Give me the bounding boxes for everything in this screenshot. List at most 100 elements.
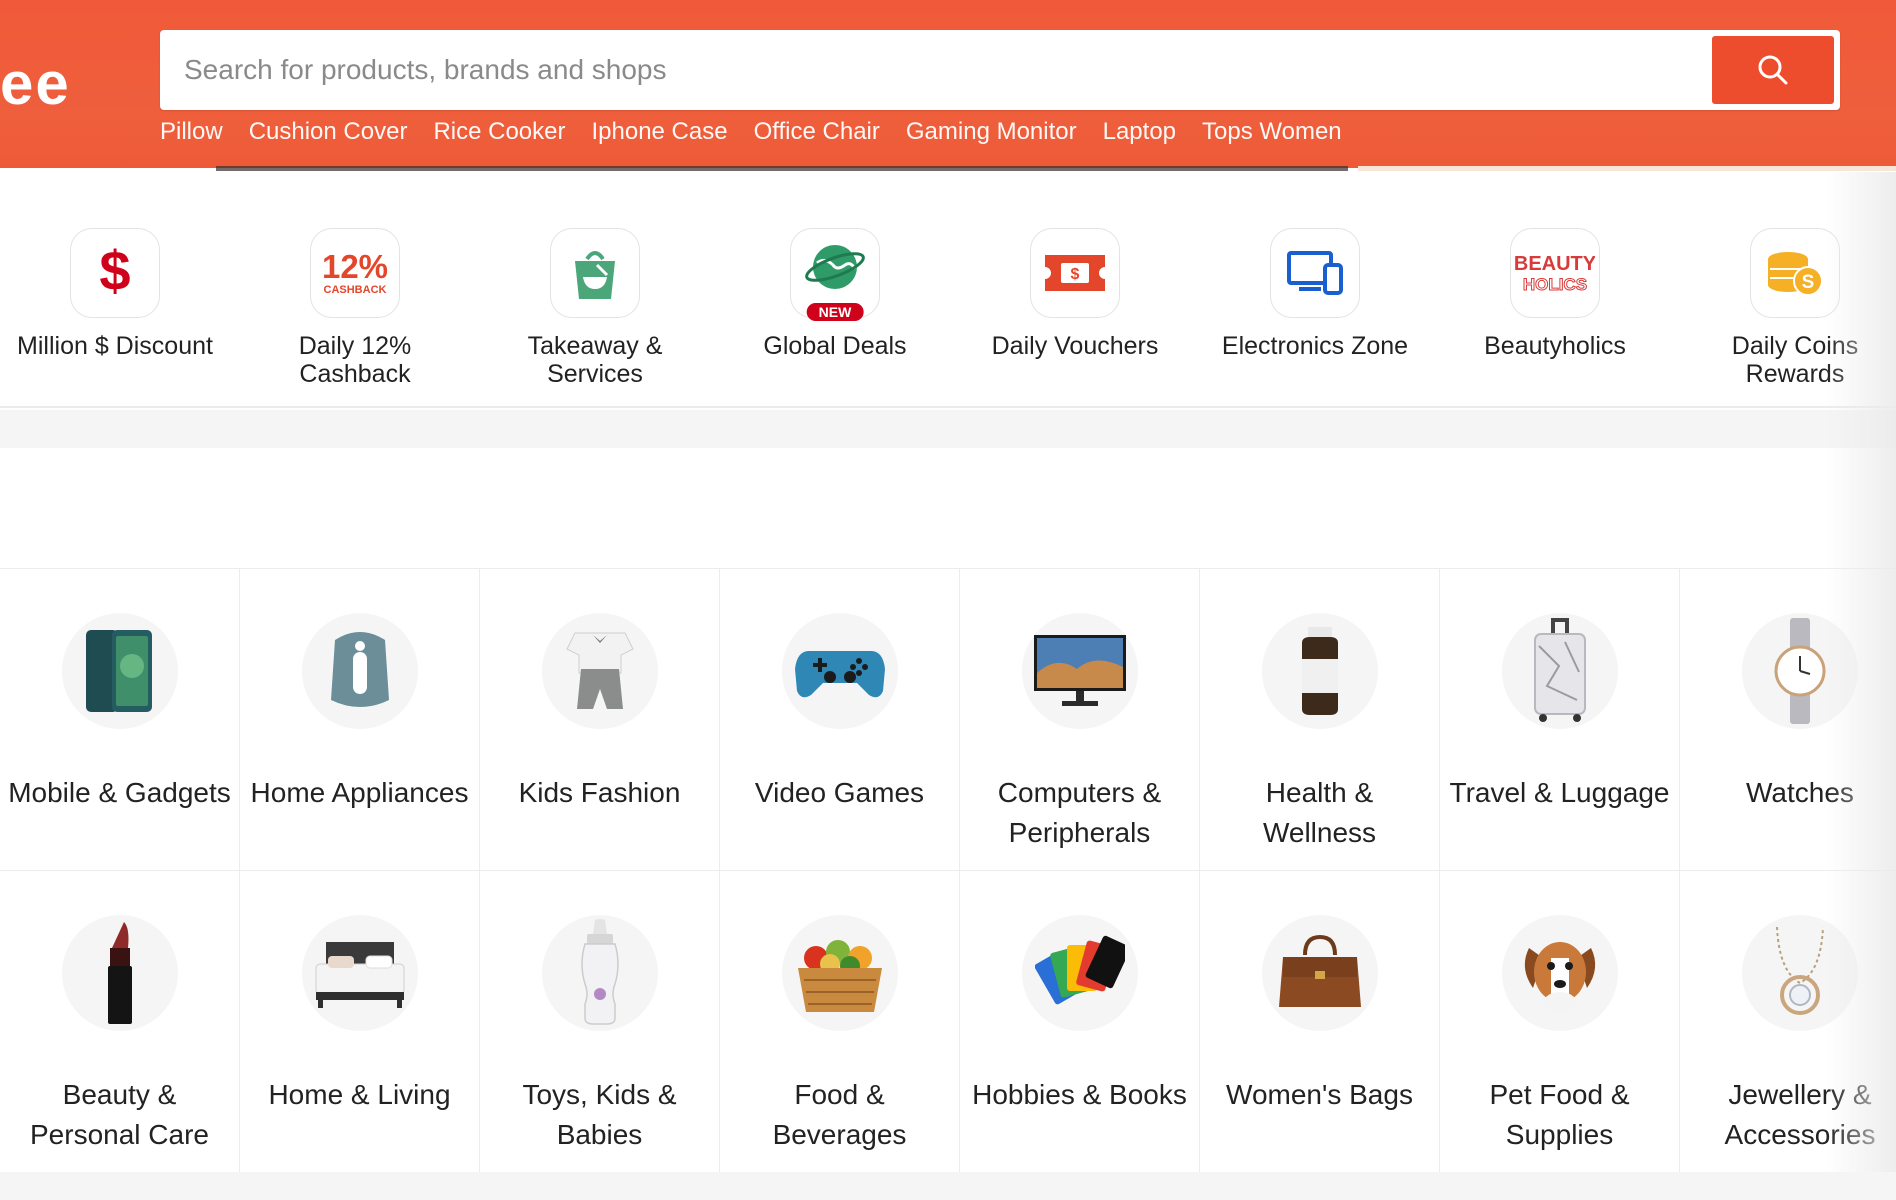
categories-grid: Mobile & Gadgets Home Appliances Kids Fa… xyxy=(0,568,1896,1173)
search-hint-link[interactable]: Iphone Case xyxy=(591,118,727,146)
category-label: Home & Living xyxy=(268,1079,451,1110)
category-label: Toys, Kids & Babies xyxy=(522,1079,677,1150)
banner-edge xyxy=(1358,166,1896,171)
cashback-subtext: CASHBACK xyxy=(323,284,387,296)
search-hint-link[interactable]: Laptop xyxy=(1103,118,1176,146)
category-label: Pet Food & Supplies xyxy=(1489,1079,1630,1150)
quick-link-label: Electronics Zone xyxy=(1221,332,1409,360)
search-hint-link[interactable]: Office Chair xyxy=(754,118,880,146)
supplement-bottle-icon xyxy=(1261,613,1378,729)
cashback-percent: 12% xyxy=(321,248,389,285)
search-hint-link[interactable]: Pillow xyxy=(160,118,223,146)
quick-link-beautyholics[interactable]: BEAUTY HOLICS Beautyholics xyxy=(1455,228,1655,360)
category-home-living[interactable]: Home & Living xyxy=(240,871,480,1173)
category-health-wellness[interactable]: Health & Wellness xyxy=(1200,569,1440,871)
quick-link-daily-coins[interactable]: S Daily Coins Rewards xyxy=(1695,228,1895,388)
category-food-beverages[interactable]: Food & Beverages xyxy=(720,871,960,1173)
dollar-icon: $ xyxy=(70,228,160,318)
kids-outfit-icon xyxy=(541,613,658,729)
category-beauty-personal-care[interactable]: Beauty & Personal Care xyxy=(0,871,240,1173)
category-home-appliances[interactable]: Home Appliances xyxy=(240,569,480,871)
svg-text:BEAUTY: BEAUTY xyxy=(1515,253,1595,275)
monitor-icon xyxy=(1021,613,1138,729)
category-mobile-gadgets[interactable]: Mobile & Gadgets xyxy=(0,569,240,871)
category-video-games[interactable]: Video Games xyxy=(720,569,960,871)
header: ee Pillow Cushion Cover Rice Cooker Ipho… xyxy=(0,0,1896,171)
svg-text:$: $ xyxy=(99,243,130,302)
smartphone-icon xyxy=(61,613,178,729)
category-travel-luggage[interactable]: Travel & Luggage xyxy=(1440,569,1680,871)
quick-link-million-discount[interactable]: $ Million $ Discount xyxy=(15,228,215,360)
quick-link-electronics-zone[interactable]: Electronics Zone xyxy=(1215,228,1415,360)
category-watches[interactable]: Watches xyxy=(1680,569,1896,871)
quick-link-label: Daily 12% Cashback xyxy=(298,332,412,388)
suitcase-icon xyxy=(1501,613,1618,729)
category-label: Mobile & Gadgets xyxy=(8,777,231,808)
search-button[interactable] xyxy=(1712,36,1834,104)
category-jewellery-accessories[interactable]: Jewellery & Accessories xyxy=(1680,871,1896,1173)
category-hobbies-books[interactable]: Hobbies & Books xyxy=(960,871,1200,1173)
air-fryer-icon xyxy=(301,613,418,729)
bed-icon xyxy=(301,915,418,1031)
lipstick-icon xyxy=(61,915,178,1031)
section-divider xyxy=(0,410,1896,448)
svg-text:$: $ xyxy=(1071,266,1080,283)
shopee-logo[interactable]: ee xyxy=(0,54,71,114)
quick-link-daily-vouchers[interactable]: $ Daily Vouchers xyxy=(975,228,1175,360)
category-label: Hobbies & Books xyxy=(972,1079,1187,1110)
category-womens-bags[interactable]: Women's Bags xyxy=(1200,871,1440,1173)
category-toys-kids-babies[interactable]: Toys, Kids & Babies xyxy=(480,871,720,1173)
category-label: Health & Wellness xyxy=(1262,777,1377,848)
category-label: Video Games xyxy=(754,777,925,808)
new-badge: NEW xyxy=(806,303,864,321)
category-kids-fashion[interactable]: Kids Fashion xyxy=(480,569,720,871)
quick-link-label: Daily Vouchers xyxy=(991,332,1159,360)
search-hint-link[interactable]: Gaming Monitor xyxy=(906,118,1077,146)
quick-link-global-deals[interactable]: NEW Global Deals xyxy=(735,228,935,360)
search-hint-link[interactable]: Cushion Cover xyxy=(249,118,408,146)
category-label: Travel & Luggage xyxy=(1449,777,1670,808)
category-label: Jewellery & Accessories xyxy=(1724,1079,1876,1150)
category-label: Home Appliances xyxy=(250,777,469,808)
quick-link-label: Million $ Discount xyxy=(17,332,213,360)
quick-link-takeaway[interactable]: Takeaway & Services xyxy=(495,228,695,388)
category-label: Kids Fashion xyxy=(518,777,681,808)
quick-link-label: Takeaway & Services xyxy=(527,332,663,388)
playing-cards-icon xyxy=(1021,915,1138,1031)
category-label: Watches xyxy=(1746,777,1854,808)
search-hint-link[interactable]: Tops Women xyxy=(1202,118,1342,146)
food-basket-icon xyxy=(781,915,898,1031)
quick-link-label: Daily Coins Rewards xyxy=(1731,332,1859,388)
section-divider xyxy=(0,1172,1896,1200)
quick-link-label: Global Deals xyxy=(763,332,907,360)
wristwatch-icon xyxy=(1742,613,1858,729)
category-label: Food & Beverages xyxy=(772,1079,907,1150)
search-suggestions: Pillow Cushion Cover Rice Cooker Iphone … xyxy=(160,118,1342,146)
category-label: Women's Bags xyxy=(1226,1079,1413,1110)
dog-icon xyxy=(1501,915,1618,1031)
svg-text:S: S xyxy=(1802,272,1815,293)
devices-icon xyxy=(1270,228,1360,318)
globe-icon: NEW xyxy=(790,228,880,321)
search-icon xyxy=(1758,55,1788,85)
quick-link-label: Beautyholics xyxy=(1484,332,1626,360)
cashback-icon: 12% CASHBACK xyxy=(310,228,400,318)
voucher-icon: $ xyxy=(1030,228,1120,318)
search-input[interactable] xyxy=(184,30,1654,110)
search-hint-link[interactable]: Rice Cooker xyxy=(433,118,565,146)
necklace-icon xyxy=(1742,915,1858,1031)
category-computers-peripherals[interactable]: Computers & Peripherals xyxy=(960,569,1200,871)
baby-bottle-icon xyxy=(541,915,658,1031)
gamepad-icon xyxy=(781,613,898,729)
svg-text:HOLICS: HOLICS xyxy=(1523,275,1587,294)
banner-edge xyxy=(216,166,1348,171)
category-label: Computers & Peripherals xyxy=(997,777,1162,848)
category-pet-food-supplies[interactable]: Pet Food & Supplies xyxy=(1440,871,1680,1173)
category-label: Beauty & Personal Care xyxy=(30,1079,209,1150)
coins-icon: S xyxy=(1750,228,1840,318)
quick-links-bar: $ Million $ Discount 12% CASHBACK Daily … xyxy=(0,172,1896,408)
beautyholics-logo-icon: BEAUTY HOLICS xyxy=(1510,228,1600,318)
takeaway-bag-icon xyxy=(550,228,640,318)
quick-link-daily-cashback[interactable]: 12% CASHBACK Daily 12% Cashback xyxy=(255,228,455,388)
handbag-icon xyxy=(1261,915,1378,1031)
